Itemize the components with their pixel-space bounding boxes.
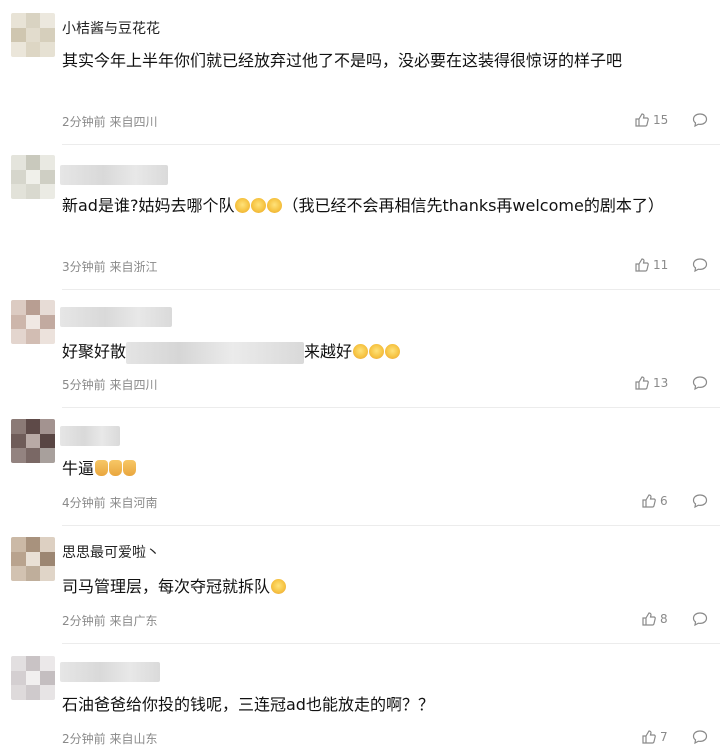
comment-meta: 2分钟前 来自山东 xyxy=(62,732,158,746)
like-button[interactable]: 15 xyxy=(634,112,668,128)
comment-text-part: 来越好 xyxy=(304,342,353,361)
emoji-icon xyxy=(267,198,283,213)
like-count: 7 xyxy=(660,730,668,744)
comment-item: 小桔酱与豆花花 其实今年上半年你们就已经放弃过他了不是吗，没必要在这装得很惊讶的… xyxy=(0,0,720,145)
like-count: 8 xyxy=(660,612,668,626)
avatar[interactable] xyxy=(11,419,55,463)
comment-text-part: 好聚好散 xyxy=(62,342,127,361)
comment-text: 司马管理层，每次夺冠就拆队 xyxy=(62,571,702,602)
comment-username[interactable]: 小桔酱与豆花花 xyxy=(62,18,160,38)
emoji-icon xyxy=(235,198,251,213)
thumbs-up-icon xyxy=(642,730,656,744)
username-redacted xyxy=(60,662,160,682)
comment-text: 好聚好散 来越好 xyxy=(62,336,702,367)
like-count: 6 xyxy=(660,494,668,508)
comment-item: 牛逼 4分钟前 来自河南 6 xyxy=(0,408,720,526)
thumbs-up-icon xyxy=(635,258,649,272)
emoji-icon xyxy=(385,344,401,359)
comment-text-part: 司马管理层，每次夺冠就拆队 xyxy=(62,577,271,596)
like-count: 11 xyxy=(653,258,669,272)
emoji-icon xyxy=(353,344,369,359)
like-button[interactable]: 13 xyxy=(634,375,668,391)
comment-bubble-icon[interactable] xyxy=(692,375,708,391)
comment-text: 新ad是谁?姑妈去哪个队 （我已经不会再相信先thanks再welcome的剧本了… xyxy=(62,190,702,221)
like-button[interactable]: 6 xyxy=(641,493,668,509)
thumbs-up-icon xyxy=(642,612,656,626)
like-count: 13 xyxy=(653,376,669,390)
comment-meta: 4分钟前 来自河南 xyxy=(62,496,158,510)
comment-bubble-icon[interactable] xyxy=(692,112,708,128)
comment-meta: 2分钟前 来自四川 xyxy=(62,115,158,129)
avatar[interactable] xyxy=(11,656,55,700)
comment-bubble-icon[interactable] xyxy=(692,611,708,627)
comment-bubble-icon[interactable] xyxy=(692,257,708,273)
thumbs-up-emoji-icon xyxy=(95,460,109,476)
comment-item: 好聚好散 来越好 5分钟前 来自四川 13 xyxy=(0,290,720,408)
username-redacted xyxy=(60,165,168,185)
thumbs-up-emoji-icon xyxy=(123,460,137,476)
like-button[interactable]: 11 xyxy=(634,257,668,273)
comment-meta: 5分钟前 来自四川 xyxy=(62,378,158,392)
comment-item: 思思最可爱啦丶 司马管理层，每次夺冠就拆队 2分钟前 来自广东 8 xyxy=(0,526,720,644)
thumbs-up-icon xyxy=(635,113,649,127)
comment-item: 石油爸爸给你投的钱呢，三连冠ad也能放走的啊？？ 2分钟前 来自山东 7 xyxy=(0,644,720,750)
like-count: 15 xyxy=(653,113,669,127)
comment-username[interactable]: 思思最可爱啦丶 xyxy=(62,542,160,562)
comment-text: 牛逼 xyxy=(62,453,702,484)
comment-bubble-icon[interactable] xyxy=(692,729,708,745)
comment-text: 石油爸爸给你投的钱呢，三连冠ad也能放走的啊？？ xyxy=(62,695,434,714)
thumbs-up-icon xyxy=(642,494,656,508)
comment-meta: 3分钟前 来自浙江 xyxy=(62,260,158,274)
comment-text: 其实今年上半年你们就已经放弃过他了不是吗，没必要在这装得很惊讶的样子吧 xyxy=(62,51,623,70)
redacted-text xyxy=(126,341,305,364)
like-button[interactable]: 7 xyxy=(641,729,668,745)
thumbs-up-emoji-icon xyxy=(109,460,123,476)
avatar[interactable] xyxy=(11,155,55,199)
emoji-icon xyxy=(369,344,385,359)
crying-emoji-icon xyxy=(271,579,287,594)
avatar[interactable] xyxy=(11,300,55,344)
comment-meta: 2分钟前 来自广东 xyxy=(62,614,158,628)
avatar[interactable] xyxy=(11,537,55,581)
username-redacted xyxy=(60,426,120,446)
comment-text-part: 牛逼 xyxy=(62,459,95,478)
thumbs-up-icon xyxy=(635,376,649,390)
comment-bubble-icon[interactable] xyxy=(692,493,708,509)
comment-text-part: 新ad是谁?姑妈去哪个队 xyxy=(62,196,235,215)
emoji-icon xyxy=(251,198,267,213)
comment-text-part: （我已经不会再相信先thanks再welcome的剧本了） xyxy=(282,196,664,215)
avatar[interactable] xyxy=(11,13,55,57)
comment-item: 新ad是谁?姑妈去哪个队 （我已经不会再相信先thanks再welcome的剧本了… xyxy=(0,145,720,290)
username-redacted xyxy=(60,307,172,327)
like-button[interactable]: 8 xyxy=(641,611,668,627)
